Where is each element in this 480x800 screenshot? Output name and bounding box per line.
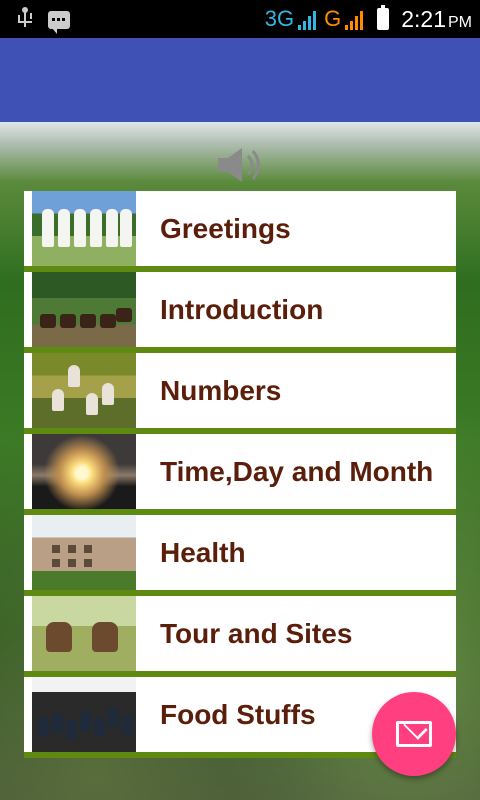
list-item-label: Greetings — [160, 213, 291, 244]
clock-ampm: PM — [448, 13, 472, 31]
status-clock: 2:21 PM — [401, 6, 472, 33]
message-icon — [48, 11, 70, 34]
list-item-greetings[interactable]: Greetings — [24, 191, 456, 272]
list-item-time-day-month[interactable]: Time,Day and Month — [24, 434, 456, 515]
contact-fab-button[interactable] — [372, 692, 456, 776]
status-bar: 3G G 2:21 PM — [0, 0, 480, 38]
signal-strength-icon — [298, 8, 317, 30]
numbers-thumbnail — [32, 353, 136, 428]
notification-icons — [14, 7, 70, 34]
list-item-health[interactable]: Health — [24, 515, 456, 596]
list-item-label: Introduction — [160, 294, 324, 325]
list-item-numbers[interactable]: Numbers — [24, 353, 456, 434]
app-bar — [0, 38, 480, 122]
clock-time: 2:21 — [401, 5, 446, 32]
speaker-icon[interactable] — [216, 146, 264, 184]
list-item-label: Food Stuffs — [160, 699, 316, 730]
usb-icon — [14, 7, 36, 31]
list-item-introduction[interactable]: Introduction — [24, 272, 456, 353]
network-type-g: G — [324, 6, 342, 31]
list-item-label: Health — [160, 537, 246, 568]
battery-icon — [377, 5, 390, 30]
mail-icon — [396, 721, 432, 747]
category-list: Greetings Introduction Numbers Time,Day … — [24, 191, 456, 758]
tour-thumbnail — [32, 596, 136, 671]
signal-strength-icon-2 — [345, 8, 364, 30]
health-thumbnail — [32, 515, 136, 590]
list-item-label: Tour and Sites — [160, 618, 353, 649]
sunset-thumbnail — [32, 434, 136, 509]
greetings-thumbnail — [32, 191, 136, 266]
system-status: 3G G 2:21 PM — [265, 4, 472, 34]
list-item-label: Time,Day and Month — [160, 456, 434, 487]
list-item-tour-sites[interactable]: Tour and Sites — [24, 596, 456, 677]
introduction-thumbnail — [32, 272, 136, 347]
list-item-label: Numbers — [160, 375, 282, 406]
network-type-3g: 3G — [264, 6, 295, 31]
food-thumbnail — [32, 677, 136, 752]
